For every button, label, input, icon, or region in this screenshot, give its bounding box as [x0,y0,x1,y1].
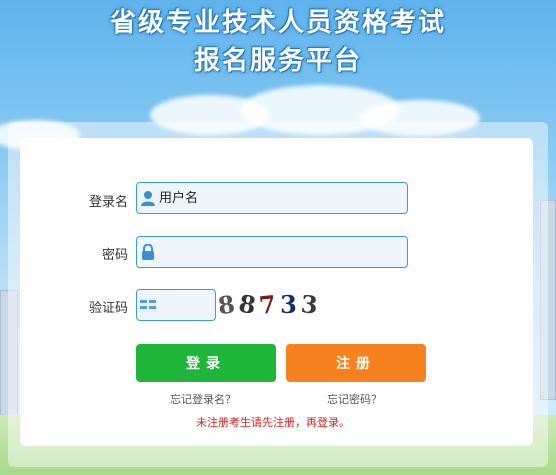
login-button[interactable]: 登录 [136,344,276,382]
password-label: 密码 [101,248,128,263]
lock-icon [137,237,159,267]
username-label: 登录名 [88,195,128,210]
captcha-char: 7 [257,288,282,320]
captcha-icon [137,290,159,320]
username-input[interactable] [159,183,407,213]
register-notice: 未注册考生请先注册，再登录。 [196,416,350,429]
page-title: 省级专业技术人员资格考试 [109,8,446,38]
password-field[interactable] [136,236,408,268]
captcha-char: 3 [280,289,301,319]
forgot-password-link[interactable]: 忘记密码？ [327,391,382,407]
captcha-image[interactable]: 8 8 7 3 3 [216,288,348,320]
register-button[interactable]: 注册 [286,344,426,382]
captcha-field[interactable] [136,289,216,321]
password-input[interactable] [159,237,407,267]
captcha-label: 验证码 [88,301,128,316]
page-header: 省级专业技术人员资格考试 报名服务平台 [0,4,556,80]
username-field[interactable] [136,182,408,214]
captcha-input[interactable] [159,290,209,320]
user-icon [137,183,159,213]
forgot-username-link[interactable]: 忘记登录名？ [170,391,236,407]
captcha-char: 3 [299,288,323,320]
page-subtitle: 报名服务平台 [193,46,362,76]
